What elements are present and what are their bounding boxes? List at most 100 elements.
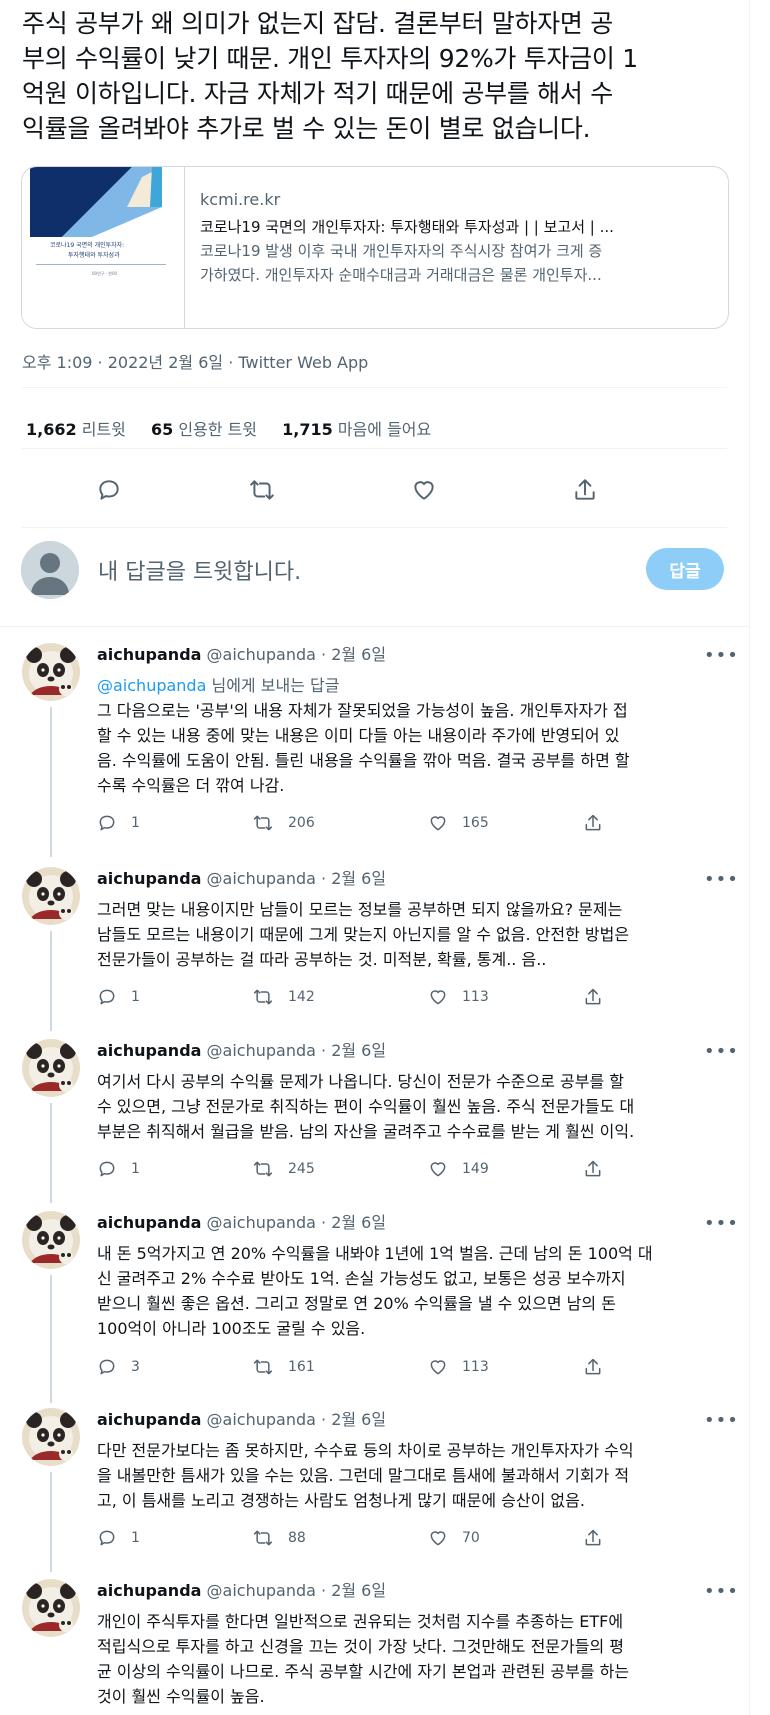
- tweet-line: 그러면 맞는 내용이지만 남들이 모르는 정보를 공부하면 되지 않을까요? 문…: [97, 900, 623, 919]
- user-handle[interactable]: @aichupanda: [207, 1041, 316, 1060]
- share-icon[interactable]: [568, 473, 602, 507]
- user-name[interactable]: aichupanda: [97, 1213, 201, 1232]
- user-handle[interactable]: @aichupanda: [207, 645, 316, 664]
- retweet-action[interactable]: 206: [252, 813, 315, 833]
- like-action[interactable]: 149: [428, 1159, 489, 1179]
- main-tweet-line: 억원 이하입니다. 자금 자체가 적기 때문에 공부를 해서 수: [22, 79, 613, 108]
- reply-to-label: @aichupanda 님에게 보내는 답글: [97, 673, 727, 698]
- tweet-meta[interactable]: 오후 1:09 · 2022년 2월 6일 · Twitter Web App: [22, 349, 368, 373]
- like-icon[interactable]: [407, 473, 441, 507]
- tweet-header: aichupanda @aichupanda · 2월 6일: [97, 865, 386, 889]
- reply-action[interactable]: 1: [97, 1528, 140, 1548]
- retweet-label: 리트윗: [81, 420, 126, 439]
- user-handle[interactable]: @aichupanda: [207, 869, 316, 888]
- retweet-action[interactable]: 88: [252, 1528, 306, 1548]
- quote-stat[interactable]: 65 인용한 트윗: [151, 420, 257, 439]
- like-action[interactable]: 165: [428, 813, 489, 833]
- tweet-line: 개인이 주식투자를 한다면 일반적으로 권유되는 것처럼 지수를 추종하는 ET…: [97, 1612, 624, 1631]
- more-icon[interactable]: •••: [704, 1213, 739, 1234]
- tweet-date[interactable]: · 2월 6일: [321, 645, 386, 664]
- reply-count: 1: [131, 1161, 140, 1177]
- share-action[interactable]: [583, 1357, 617, 1377]
- reply-action[interactable]: 1: [97, 987, 140, 1007]
- reply-button[interactable]: 답글: [646, 548, 724, 590]
- tweet-text: 그러면 맞는 내용이지만 남들이 모르는 정보를 공부하면 되지 않을까요? 문…: [97, 897, 727, 972]
- reply-input[interactable]: 내 답글을 트윗합니다.: [98, 554, 301, 586]
- tweet-line: 신 굴려주고 2% 수수료 받아도 1억. 손실 가능성도 없고, 보통은 성공…: [97, 1269, 626, 1288]
- more-icon[interactable]: •••: [704, 645, 739, 666]
- reply-icon[interactable]: [92, 473, 126, 507]
- mention-link[interactable]: @aichupanda: [97, 676, 206, 695]
- tweet-actions: 3 161 113: [97, 1357, 697, 1381]
- more-icon[interactable]: •••: [704, 1041, 739, 1062]
- reply-action[interactable]: 1: [97, 813, 140, 833]
- like-action[interactable]: 113: [428, 1357, 489, 1377]
- tweet-line: 전문가들이 공부하는 걸 따라 공부하는 것. 미적분, 확률, 통계.. 음.…: [97, 950, 547, 969]
- share-icon: [585, 1358, 601, 1375]
- like-stat[interactable]: 1,715 마음에 들어요: [282, 420, 431, 439]
- tweet-header: aichupanda @aichupanda · 2월 6일: [97, 641, 386, 665]
- like-icon: [430, 1162, 446, 1177]
- retweet-action[interactable]: 161: [252, 1357, 315, 1377]
- like-count: 1,715: [282, 420, 333, 439]
- more-icon[interactable]: •••: [704, 1581, 739, 1602]
- user-name[interactable]: aichupanda: [97, 1410, 201, 1429]
- panda-avatar[interactable]: [22, 1408, 80, 1466]
- reply-icon: [99, 815, 115, 831]
- share-action[interactable]: [583, 1528, 617, 1548]
- user-name[interactable]: aichupanda: [97, 869, 201, 888]
- card-domain: kcmi.re.kr: [200, 190, 281, 209]
- share-action[interactable]: [583, 813, 617, 833]
- reply-action[interactable]: 1: [97, 1159, 140, 1179]
- more-icon[interactable]: •••: [704, 1410, 739, 1431]
- share-action[interactable]: [583, 1159, 617, 1179]
- retweet-action[interactable]: 142: [252, 987, 315, 1007]
- tweet-header: aichupanda @aichupanda · 2월 6일: [97, 1406, 386, 1430]
- tweet-line: 남들도 모르는 내용이기 때문에 그게 맞는지 아닌지를 알 수 없음. 안전한…: [97, 925, 630, 944]
- user-name[interactable]: aichupanda: [97, 1041, 201, 1060]
- retweet-icon: [253, 815, 273, 831]
- panda-avatar[interactable]: [22, 1579, 80, 1637]
- more-icon[interactable]: •••: [704, 869, 739, 890]
- panda-avatar[interactable]: [22, 643, 80, 701]
- tweet-actions: 1 245 149: [97, 1159, 697, 1183]
- retweet-action[interactable]: 245: [252, 1159, 315, 1179]
- tweet-text: 여기서 다시 공부의 수익률 문제가 나옵니다. 당신이 전문가 수준으로 공부…: [97, 1069, 727, 1144]
- user-handle[interactable]: @aichupanda: [207, 1410, 316, 1429]
- like-count: 165: [462, 815, 489, 831]
- reply-icon: [99, 989, 115, 1005]
- panda-avatar[interactable]: [22, 1039, 80, 1097]
- tweet-date[interactable]: · 2월 6일: [321, 1213, 386, 1232]
- user-handle[interactable]: @aichupanda: [207, 1581, 316, 1600]
- share-action[interactable]: [583, 987, 617, 1007]
- retweet-icon[interactable]: [245, 473, 279, 507]
- user-handle[interactable]: @aichupanda: [207, 1213, 316, 1232]
- tweet-line: 것이 훨씬 수익률이 높음.: [97, 1687, 265, 1706]
- user-name[interactable]: aichupanda: [97, 645, 201, 664]
- card-title: 코로나19 국면의 개인투자자: 투자행태와 투자성과 | | 보고서 | ..…: [200, 218, 614, 236]
- share-icon: [585, 814, 601, 831]
- tweet-date[interactable]: · 2월 6일: [321, 1410, 386, 1429]
- share-icon: [585, 1160, 601, 1177]
- retweet-stat[interactable]: 1,662 리트윗: [26, 420, 126, 439]
- tweet-date[interactable]: · 2월 6일: [321, 1041, 386, 1060]
- reply-icon: [99, 1530, 115, 1546]
- retweet-count: 206: [288, 815, 315, 831]
- user-name[interactable]: aichupanda: [97, 1581, 201, 1600]
- reply-count: 1: [131, 1530, 140, 1546]
- panda-avatar[interactable]: [22, 1211, 80, 1269]
- tweet-actions: 1 206 165: [97, 813, 697, 837]
- tweet-line: 그 다음으로는 '공부'의 내용 자체가 잘못되었을 가능성이 높음. 개인투자…: [97, 701, 628, 720]
- tweet-line: 균 이상의 수익률이 나므로. 주식 공부할 시간에 자기 본업과 관련된 공부…: [97, 1662, 630, 1681]
- like-count: 149: [462, 1161, 489, 1177]
- like-action[interactable]: 113: [428, 987, 489, 1007]
- reply-action[interactable]: 3: [97, 1357, 140, 1377]
- tweet-line: 받으니 훨씬 좋은 옵션. 그리고 정말로 연 20% 수익률을 낼 수 있으면…: [97, 1294, 616, 1313]
- tweet-date[interactable]: · 2월 6일: [321, 869, 386, 888]
- panda-avatar[interactable]: [22, 867, 80, 925]
- card-description-line: 코로나19 발생 이후 국내 개인투자자의 주식시장 참여가 크게 증: [200, 242, 603, 260]
- like-action[interactable]: 70: [428, 1528, 480, 1548]
- link-preview-card[interactable]: 코로나19 국면의 개인투자자: 투자행태와 투자성과 00연구 · 한00 k…: [21, 166, 729, 329]
- tweet-date[interactable]: · 2월 6일: [321, 1581, 386, 1600]
- reply-count: 3: [131, 1359, 140, 1375]
